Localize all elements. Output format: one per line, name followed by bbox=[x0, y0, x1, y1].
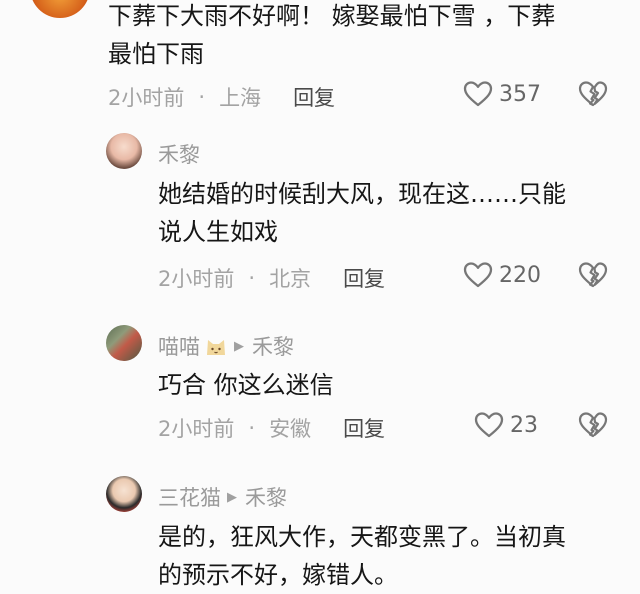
avatar-comment-2[interactable] bbox=[106, 325, 142, 361]
dislike-button[interactable] bbox=[578, 411, 608, 439]
comment-1-text: 她结婚的时候刮大风，现在这……只能 说人生如戏 bbox=[158, 180, 566, 246]
separator: · bbox=[248, 416, 256, 440]
comment-location: 北京 bbox=[269, 267, 312, 291]
reply-to-username[interactable]: 禾黎 bbox=[245, 482, 287, 512]
avatar-comment-1[interactable] bbox=[106, 133, 142, 169]
heart-outline-icon bbox=[474, 412, 504, 438]
comment-time: 2小时前 bbox=[158, 267, 235, 291]
comment-1-username[interactable]: 禾黎 bbox=[158, 139, 200, 169]
dislike-button[interactable] bbox=[578, 80, 608, 108]
like-count: 220 bbox=[499, 262, 541, 288]
comment-2-meta: 2小时前 · 安徽 回复 bbox=[158, 413, 385, 443]
like-count: 23 bbox=[510, 412, 538, 438]
reply-to-username[interactable]: 禾黎 bbox=[252, 331, 294, 361]
comment-0-meta: 2小时前 · 上海 回复 bbox=[108, 82, 335, 112]
comment-location: 安徽 bbox=[269, 417, 312, 441]
cat-emoji-icon bbox=[207, 340, 225, 355]
separator: · bbox=[248, 266, 256, 290]
reply-button[interactable]: 回复 bbox=[343, 263, 385, 293]
comment-3-username[interactable]: 三花猫 ▶ 禾黎 bbox=[158, 482, 287, 512]
triangle-right-icon: ▶ bbox=[234, 338, 244, 354]
comment-location: 上海 bbox=[219, 86, 262, 110]
comment-2-username[interactable]: 喵喵 ▶ 禾黎 bbox=[158, 331, 294, 361]
like-count: 357 bbox=[499, 81, 541, 107]
triangle-right-icon: ▶ bbox=[227, 489, 237, 505]
separator: · bbox=[198, 85, 206, 109]
like-button[interactable]: 23 bbox=[474, 411, 538, 439]
comment-time: 2小时前 bbox=[158, 417, 235, 441]
broken-heart-icon bbox=[578, 81, 608, 107]
like-button[interactable]: 220 bbox=[463, 261, 541, 289]
comment-3-text: 是的，狂风大作，天都变黑了。当初真 的预示不好，嫁错人。 bbox=[158, 523, 566, 589]
avatar-comment-0[interactable] bbox=[30, 0, 90, 18]
broken-heart-icon bbox=[578, 262, 608, 288]
comment-1-meta: 2小时前 · 北京 回复 bbox=[158, 263, 385, 293]
reply-button[interactable]: 回复 bbox=[293, 82, 335, 112]
avatar-comment-3[interactable] bbox=[106, 476, 142, 512]
dislike-button[interactable] bbox=[578, 261, 608, 289]
comment-0-text: 下葬下大雨不好啊！ 嫁娶最怕下雪 ，下葬 最怕下雨 bbox=[108, 2, 556, 68]
reply-button[interactable]: 回复 bbox=[343, 413, 385, 443]
comment-2-text: 巧合 你这么迷信 bbox=[158, 371, 334, 399]
heart-outline-icon bbox=[463, 81, 493, 107]
broken-heart-icon bbox=[578, 412, 608, 438]
comment-time: 2小时前 bbox=[108, 86, 185, 110]
like-button[interactable]: 357 bbox=[463, 80, 541, 108]
heart-outline-icon bbox=[463, 262, 493, 288]
